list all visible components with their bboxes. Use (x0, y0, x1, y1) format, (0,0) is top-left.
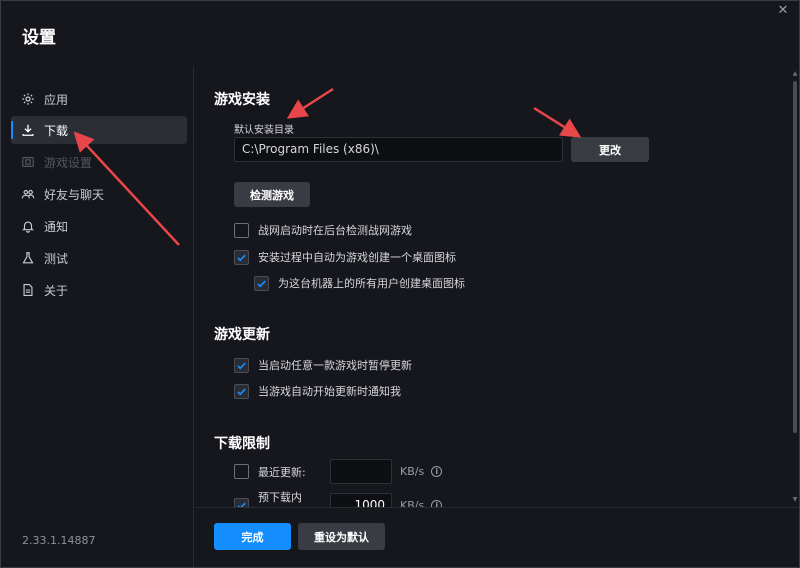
close-icon[interactable]: ✕ (775, 3, 791, 19)
option-all-users-icon[interactable]: 为这台机器上的所有用户创建桌面图标 (254, 275, 465, 291)
sidebar-item-label: 应用 (44, 92, 69, 107)
scroll-down-icon[interactable]: ▼ (792, 497, 798, 503)
version-label: 2.33.1.14887 (22, 534, 96, 547)
scroll-thumb[interactable] (793, 81, 797, 433)
sidebar-item-download[interactable]: 下载 (11, 116, 187, 144)
window-title: 设置 (22, 28, 56, 48)
sidebar-item-friends[interactable]: 好友与聊天 (11, 180, 187, 208)
option-label: 安装过程中自动为游戏创建一个桌面图标 (258, 251, 456, 264)
unit-label: KB/s (400, 465, 425, 478)
sidebar: 应用 下载 游戏设置 好友与聊天 通知 测试 关于 2.33.1.14887 (1, 67, 194, 567)
checkbox[interactable] (234, 249, 249, 265)
footer-bar: 完成 重设为默认 (195, 507, 799, 567)
section-title-update: 游戏更新 (214, 327, 270, 343)
option-label: 当启动任意一款游戏时暂停更新 (258, 359, 412, 372)
sidebar-item-label: 下载 (44, 123, 69, 138)
checkmark-icon (237, 388, 246, 395)
sidebar-item-label: 关于 (44, 283, 69, 298)
checkbox[interactable] (234, 383, 249, 399)
option-create-desktop-icon[interactable]: 安装过程中自动为游戏创建一个桌面图标 (234, 249, 456, 265)
gamepad-icon (21, 155, 35, 169)
title-bar: 设置 ✕ (1, 1, 799, 67)
option-pause-updates[interactable]: 当启动任意一款游戏时暂停更新 (234, 357, 412, 373)
users-icon (21, 187, 35, 201)
sidebar-item-label: 好友与聊天 (44, 187, 105, 202)
download-icon (21, 123, 35, 137)
bell-icon (21, 219, 35, 233)
install-path-input[interactable]: C:\Program Files (x86)\ (234, 137, 563, 162)
scrollbar[interactable]: ▲ ▼ (792, 67, 798, 507)
sidebar-item-label: 游戏设置 (44, 155, 93, 170)
sidebar-item-test[interactable]: 测试 (11, 244, 187, 272)
install-dir-label: 默认安装目录 (234, 125, 294, 136)
section-title-install: 游戏安装 (214, 92, 270, 108)
gear-icon (21, 92, 35, 106)
change-dir-button[interactable]: 更改 (571, 137, 649, 162)
sidebar-item-label: 通知 (44, 219, 69, 234)
reset-defaults-button[interactable]: 重设为默认 (298, 523, 385, 550)
unit-label: KB/s (400, 498, 425, 508)
info-icon[interactable]: i (431, 466, 443, 477)
sidebar-item-notifications[interactable]: 通知 (11, 212, 187, 240)
scroll-up-icon[interactable]: ▲ (792, 71, 798, 77)
checkbox[interactable] (234, 222, 249, 238)
option-label: 为这台机器上的所有用户创建桌面图标 (278, 277, 465, 290)
checkbox[interactable] (234, 357, 249, 373)
limit-label: 预下载内容: (258, 491, 302, 504)
option-detect-in-background[interactable]: 战网启动时在后台检测战网游戏 (234, 222, 412, 238)
checkbox[interactable] (254, 275, 269, 291)
section-title-limits: 下载限制 (214, 436, 270, 452)
detect-games-button[interactable]: 检测游戏 (234, 182, 310, 207)
settings-window: 设置 ✕ 应用 下载 游戏设置 好友与聊天 通知 测试 关于 2.33.1.14… (0, 0, 800, 568)
sidebar-item-app[interactable]: 应用 (11, 85, 187, 113)
limit-predownload: 预下载内容: 1000 KB/s i (234, 489, 443, 508)
document-icon (21, 283, 35, 297)
sidebar-item-game-settings: 游戏设置 (11, 148, 187, 176)
option-label: 当游戏自动开始更新时通知我 (258, 385, 401, 398)
checkmark-icon (237, 254, 246, 261)
limit-label: 最近更新: (258, 465, 306, 479)
checkmark-icon (257, 280, 266, 287)
limit-recent-updates: 最近更新: KB/s i (234, 459, 443, 484)
done-button[interactable]: 完成 (214, 523, 291, 550)
info-icon[interactable]: i (431, 499, 443, 507)
flask-icon (21, 251, 35, 265)
recent-updates-input[interactable] (330, 459, 392, 484)
sidebar-item-label: 测试 (44, 251, 69, 266)
checkbox[interactable] (234, 497, 249, 507)
option-notify-updates[interactable]: 当游戏自动开始更新时通知我 (234, 383, 401, 399)
checkmark-icon (237, 362, 246, 369)
predownload-input[interactable]: 1000 (330, 492, 392, 507)
settings-content: 游戏安装 默认安装目录 C:\Program Files (x86)\ 更改 检… (195, 67, 799, 507)
sidebar-item-about[interactable]: 关于 (11, 276, 187, 304)
checkmark-icon (237, 502, 246, 507)
checkbox[interactable] (234, 464, 249, 479)
option-label: 战网启动时在后台检测战网游戏 (258, 224, 412, 237)
